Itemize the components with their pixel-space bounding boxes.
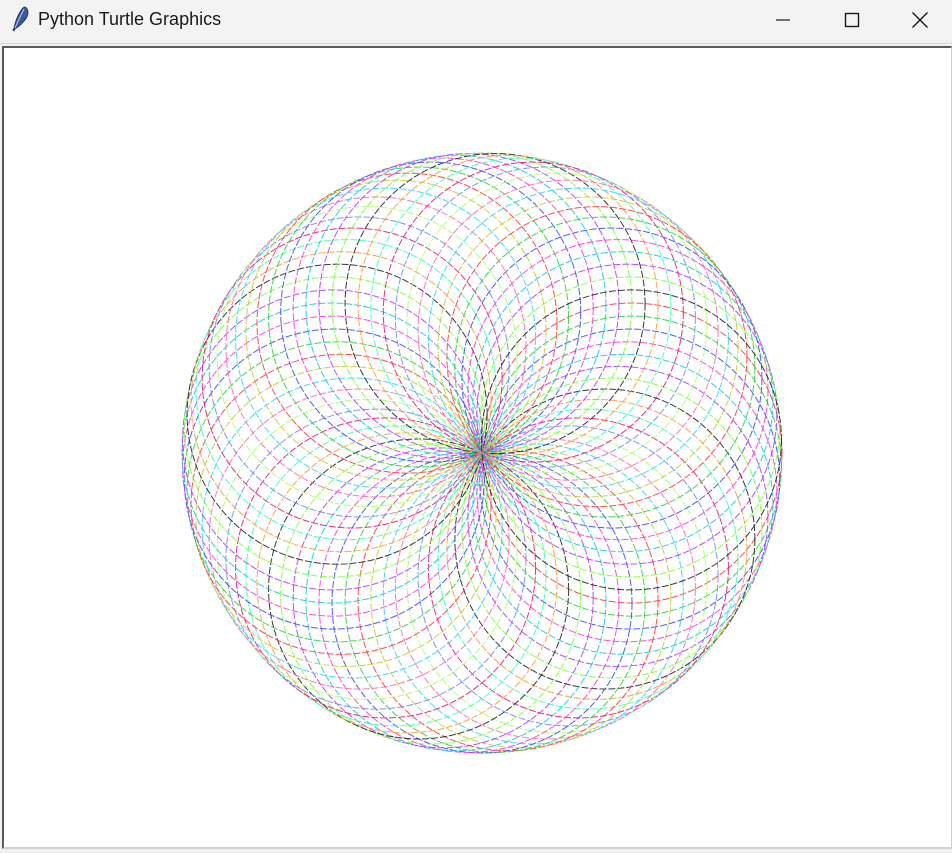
title-bar[interactable]: Python Turtle Graphics	[0, 0, 952, 40]
close-button[interactable]	[887, 0, 952, 40]
spiral-circle	[183, 328, 485, 630]
title-bar-divider	[0, 43, 952, 44]
maximize-button[interactable]	[817, 0, 887, 40]
turtle-canvas[interactable]	[4, 48, 951, 847]
spirograph	[181, 152, 783, 754]
turtle-window: Python Turtle Graphics	[0, 0, 952, 853]
maximize-icon	[844, 12, 860, 28]
feather-icon	[12, 6, 29, 32]
window-bottom-edge	[0, 849, 952, 853]
window-title: Python Turtle Graphics	[38, 9, 222, 29]
canvas-frame	[2, 46, 952, 849]
minimize-icon	[776, 19, 790, 21]
spiral-circle	[181, 302, 483, 604]
close-icon	[911, 12, 928, 28]
spiral-circle	[357, 154, 659, 456]
minimize-button[interactable]	[748, 0, 818, 40]
